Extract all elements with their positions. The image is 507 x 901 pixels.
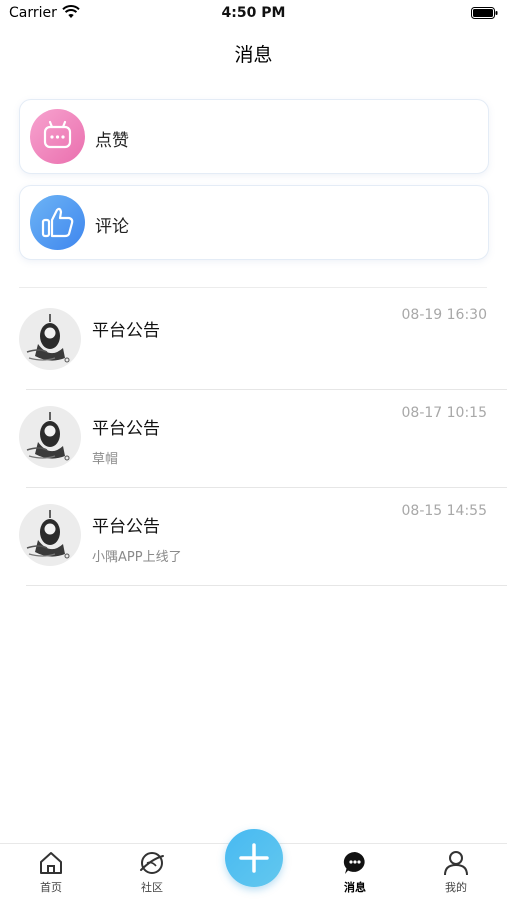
- battery-icon: [471, 7, 498, 19]
- planet-icon: [140, 852, 164, 874]
- tab-home[interactable]: 首页: [21, 849, 81, 899]
- tab-mine-label: 我的: [445, 881, 467, 894]
- page-title: 消息: [234, 44, 273, 66]
- tab-messages-label: 消息: [344, 881, 366, 894]
- likes-entry[interactable]: 点赞: [19, 99, 489, 174]
- message-preview: 草帽: [92, 452, 119, 467]
- message-row[interactable]: 平台公告 08-15 14:55 小隅APP上线了: [0, 488, 507, 586]
- home-icon: [40, 852, 62, 874]
- chat-bubble-icon: [30, 109, 85, 164]
- thumbs-up-icon: [30, 195, 85, 250]
- message-title: 平台公告: [92, 419, 160, 439]
- tab-home-label: 首页: [40, 881, 62, 894]
- status-bar: Carrier 4:50 PM: [0, 0, 507, 28]
- plus-icon: [239, 843, 269, 873]
- comments-entry[interactable]: 评论: [19, 185, 489, 260]
- likes-label: 点赞: [95, 131, 129, 151]
- message-row[interactable]: 平台公告 08-19 16:30: [0, 292, 507, 390]
- avatar: [19, 504, 81, 566]
- comments-label: 评论: [95, 217, 129, 237]
- message-icon: [343, 851, 365, 874]
- message-preview: 小隅APP上线了: [92, 550, 182, 565]
- status-time: 4:50 PM: [221, 5, 286, 21]
- section-divider: [19, 287, 487, 288]
- avatar: [19, 406, 81, 468]
- tab-mine[interactable]: 我的: [426, 849, 486, 899]
- message-title: 平台公告: [92, 517, 160, 537]
- add-post-button[interactable]: [225, 829, 283, 887]
- tab-community-label: 社区: [141, 881, 163, 894]
- message-time: 08-17 10:15: [401, 405, 487, 421]
- message-time: 08-15 14:55: [401, 503, 487, 519]
- tab-messages[interactable]: 消息: [325, 849, 385, 899]
- message-title: 平台公告: [92, 321, 160, 341]
- message-row[interactable]: 平台公告 08-17 10:15 草帽: [0, 390, 507, 488]
- row-divider: [26, 585, 507, 586]
- avatar: [19, 308, 81, 370]
- message-time: 08-19 16:30: [401, 307, 487, 323]
- user-icon: [444, 851, 468, 876]
- tab-community[interactable]: 社区: [122, 849, 182, 899]
